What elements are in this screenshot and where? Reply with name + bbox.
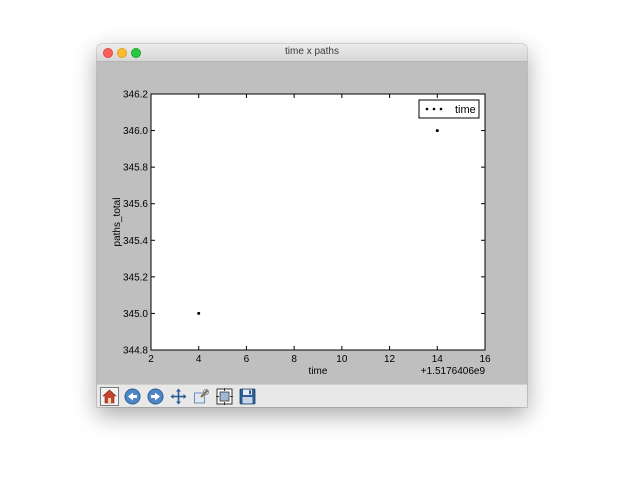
legend-marker (439, 107, 443, 111)
legend-marker (425, 107, 429, 111)
legend-label-time: time (455, 104, 476, 116)
data-point (435, 129, 439, 133)
subplots-config-icon (216, 388, 233, 405)
save-floppy-icon (239, 388, 256, 405)
plot-area[interactable] (150, 93, 486, 351)
legend: time (418, 99, 480, 119)
save-button[interactable] (238, 387, 257, 406)
window-title: time x paths (285, 46, 339, 57)
x-tick-label: 12 (384, 354, 396, 365)
y-tick-label: 345.0 (123, 309, 148, 320)
plot-figure[interactable]: 2 4 6 8 10 12 14 16 344.8 345.0 345.2 345.4 345.6 345… (97, 62, 527, 384)
zoom-rect-button[interactable] (192, 387, 211, 406)
title-bar[interactable]: time x paths (97, 44, 527, 62)
y-tick-label: 345.8 (123, 163, 148, 174)
home-icon (102, 389, 117, 404)
navigation-toolbar (97, 384, 527, 407)
y-axis-label: paths_total (112, 198, 123, 247)
home-button[interactable] (100, 387, 119, 406)
x-tick-label: 2 (148, 354, 154, 365)
forward-arrow-icon (147, 388, 164, 405)
x-offset-label: +1.5176406e9 (421, 366, 486, 377)
pan-move-icon (170, 388, 187, 405)
y-tick-label: 345.4 (123, 236, 148, 247)
x-tick-label: 8 (291, 354, 297, 365)
subplots-button[interactable] (215, 387, 234, 406)
app-window: time x paths 2 4 6 8 10 12 14 16 344.8 345.0 345.2… (97, 44, 527, 407)
x-axis-label: time (309, 366, 328, 377)
data-point (197, 311, 201, 315)
y-tick-label: 346.0 (123, 126, 148, 137)
zoom-rect-icon (194, 389, 209, 404)
x-tick-label: 4 (196, 354, 202, 365)
y-tick-label: 345.6 (123, 199, 148, 210)
x-tick-label: 16 (479, 354, 491, 365)
x-tick-label: 6 (244, 354, 250, 365)
pan-button[interactable] (169, 387, 188, 406)
y-tick-label: 346.2 (123, 90, 148, 101)
x-tick-label: 10 (336, 354, 348, 365)
y-tick-label: 345.2 (123, 272, 148, 283)
back-arrow-icon (124, 388, 141, 405)
x-tick-label: 14 (432, 354, 444, 365)
forward-button[interactable] (146, 387, 165, 406)
legend-marker (432, 107, 436, 111)
back-button[interactable] (123, 387, 142, 406)
y-tick-label: 344.8 (123, 346, 148, 357)
